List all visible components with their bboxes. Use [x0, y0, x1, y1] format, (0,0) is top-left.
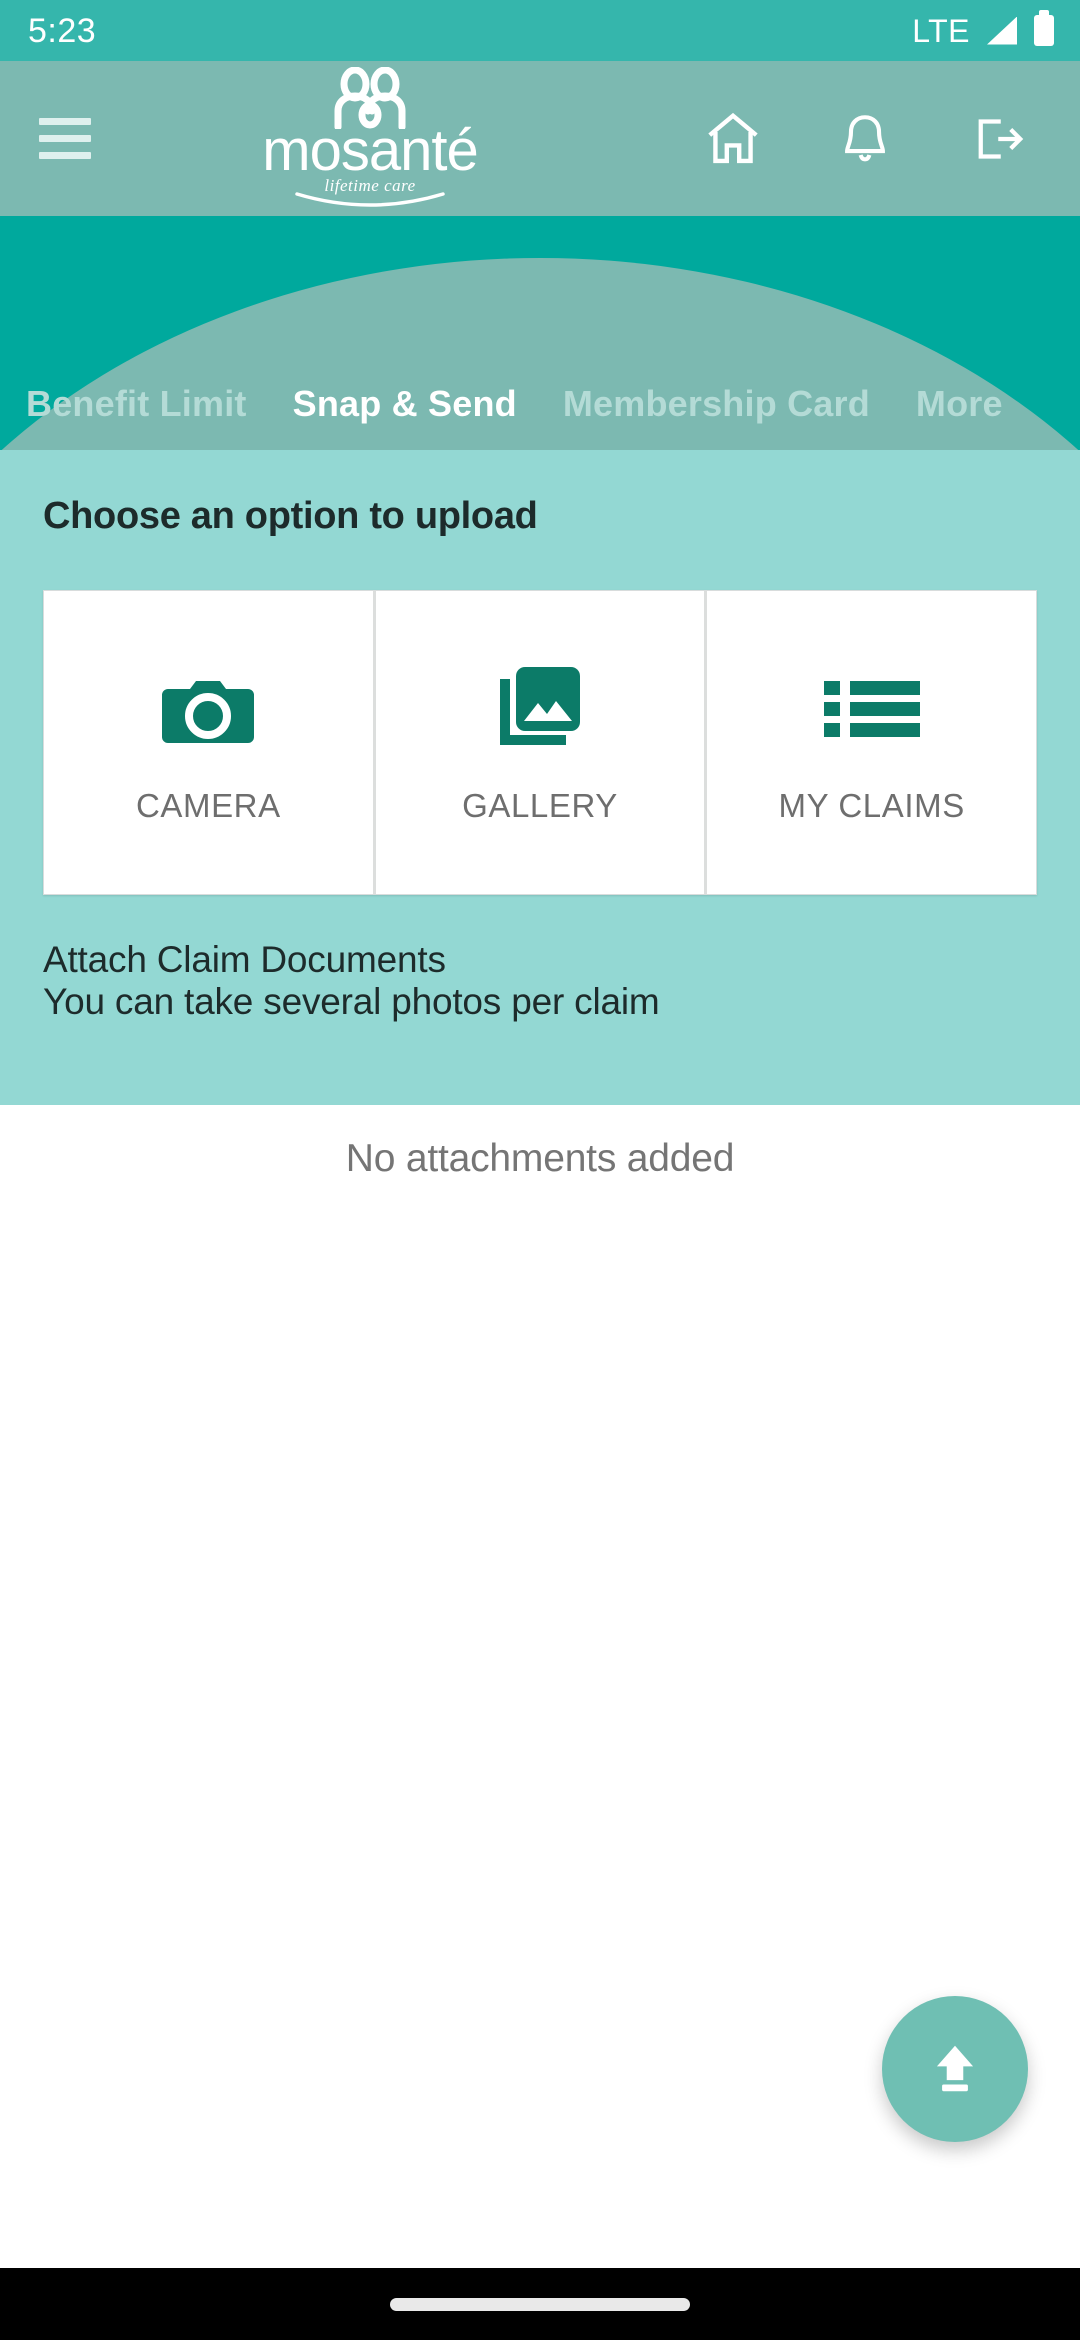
photo-library-icon — [494, 661, 586, 757]
hamburger-bar — [39, 152, 91, 159]
hero-banner: Benefit Limit Snap & Send Membership Car… — [0, 216, 1080, 450]
app-bar-actions — [495, 108, 1080, 170]
tab-snap-and-send[interactable]: Snap & Send — [293, 383, 517, 425]
tab-membership-card[interactable]: Membership Card — [563, 383, 870, 425]
app-logo[interactable]: mosanté lifetime care — [245, 67, 495, 209]
upload-option-label: CAMERA — [135, 786, 281, 824]
logo-wordmark: mosanté — [262, 118, 478, 184]
upload-option-camera[interactable]: CAMERA — [44, 591, 373, 894]
tab-bar: Benefit Limit Snap & Send Membership Car… — [0, 358, 1080, 450]
network-type-label: LTE — [912, 12, 970, 49]
tab-benefit-limit[interactable]: Benefit Limit — [26, 383, 247, 425]
logo-underline-arc — [295, 191, 445, 207]
bell-icon[interactable] — [834, 108, 896, 170]
status-indicators: LTE — [912, 10, 1054, 49]
upload-options-group: CAMERA GALLERY MY CLAIMS — [43, 590, 1037, 895]
battery-full-icon — [1034, 10, 1054, 46]
tab-more[interactable]: More — [916, 383, 1003, 425]
logout-icon[interactable] — [966, 108, 1028, 170]
upload-option-my-claims[interactable]: MY CLAIMS — [704, 591, 1037, 894]
attach-documents-title: Attach Claim Documents — [43, 939, 446, 980]
status-time: 5:23 — [28, 11, 97, 50]
app-bar: mosanté lifetime care — [0, 61, 1080, 216]
hamburger-bar — [39, 118, 91, 125]
app-screen: 5:23 LTE mosanté lifetime care Benefit L… — [0, 0, 1080, 2340]
attach-documents-subtitle: You can take several photos per claim — [43, 981, 660, 1022]
status-bar: 5:23 LTE — [0, 0, 1080, 61]
upload-fab-button[interactable] — [882, 1996, 1028, 2142]
home-icon[interactable] — [702, 108, 764, 170]
hamburger-bar — [39, 135, 91, 142]
upload-option-label: MY CLAIMS — [778, 786, 965, 824]
upload-option-gallery[interactable]: GALLERY — [372, 591, 705, 894]
upload-option-label: GALLERY — [462, 786, 618, 824]
signal-bars-icon — [987, 16, 1017, 45]
upload-panel: Choose an option to upload CAMERA GALLER… — [0, 450, 1080, 1105]
home-indicator[interactable] — [390, 2297, 690, 2311]
system-navigation-bar — [0, 2268, 1080, 2340]
no-attachments-message: No attachments added — [345, 1137, 735, 1180]
panel-title: Choose an option to upload — [43, 495, 538, 537]
camera-icon — [162, 661, 255, 757]
upload-icon — [936, 2045, 974, 2092]
hamburger-menu-icon[interactable] — [0, 118, 110, 159]
list-icon — [823, 661, 920, 757]
